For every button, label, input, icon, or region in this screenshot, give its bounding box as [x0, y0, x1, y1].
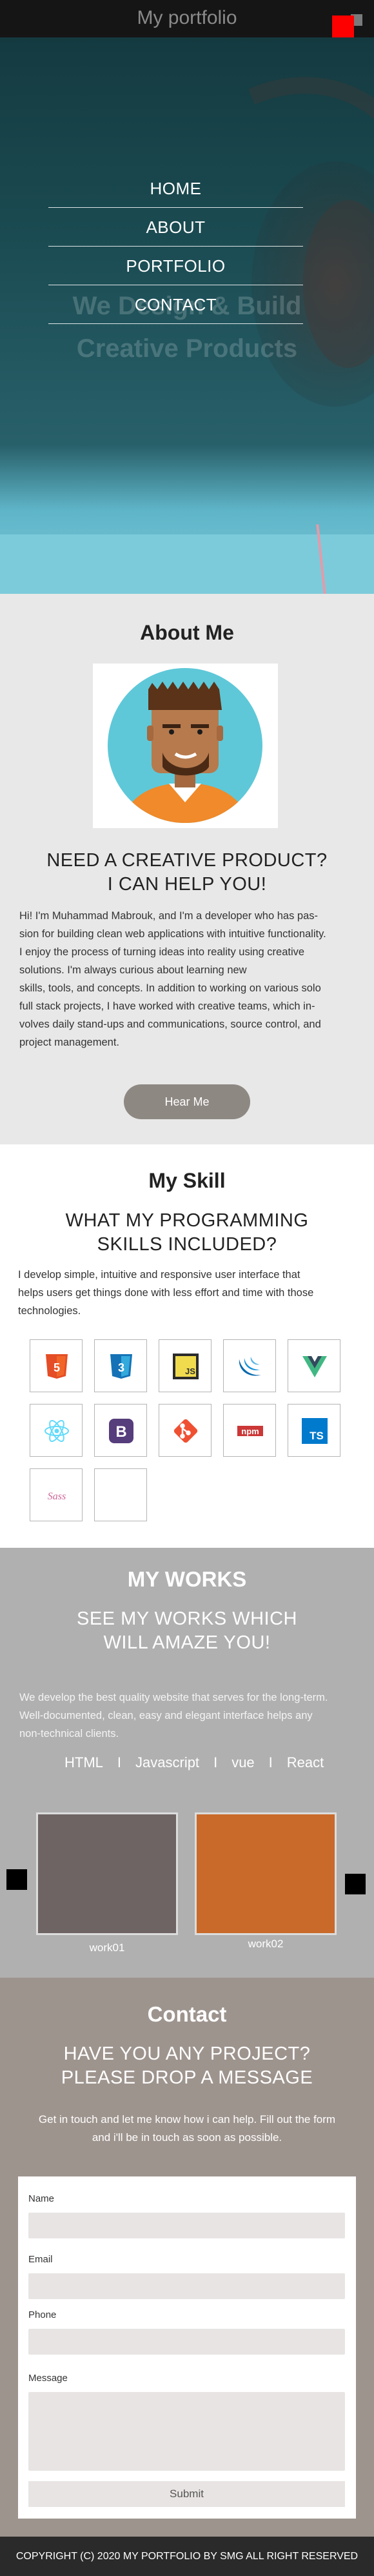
jquery-icon — [223, 1339, 276, 1392]
contact-subtitle-line-1: HAVE YOU ANY PROJECT? — [63, 2044, 311, 2064]
skills-section: My Skill WHAT MY PROGRAMMING SKILLS INCL… — [0, 1144, 374, 1548]
skills-line: I develop simple, intuitive and responsi… — [18, 1269, 300, 1281]
npm-icon-text: npm — [241, 1426, 259, 1436]
about-subtitle-line-2: I CAN HELP YOU! — [107, 874, 267, 895]
skills-description: I develop simple, intuitive and responsi… — [18, 1266, 357, 1320]
filter-separator: I — [213, 1754, 218, 1770]
contact-description: Get in touch and let me know how i can h… — [13, 2111, 361, 2147]
contact-subtitle: HAVE YOU ANY PROJECT? PLEASE DROP A MESS… — [0, 2042, 374, 2090]
skills-subtitle: WHAT MY PROGRAMMING SKILLS INCLUDED? — [0, 1209, 374, 1257]
about-line: full stack projects, I have worked with … — [19, 1000, 315, 1012]
name-label: Name — [28, 2193, 55, 2204]
work-label-2: work02 — [248, 1938, 284, 1950]
filter-javascript[interactable]: Javascript — [135, 1754, 199, 1771]
contact-line-1: Get in touch and let me know how i can h… — [38, 2113, 336, 2125]
bootstrap-icon: B — [94, 1404, 147, 1457]
about-subtitle-line-1: NEED A CREATIVE PRODUCT? — [46, 850, 328, 871]
works-subtitle-line-1: SEE MY WORKS WHICH — [77, 1608, 297, 1629]
nav-item-portfolio[interactable]: PORTFOLIO — [48, 247, 303, 285]
email-field[interactable] — [28, 2273, 345, 2299]
phone-field[interactable] — [28, 2329, 345, 2355]
about-title: About Me — [140, 621, 234, 644]
contact-subtitle-line-2: PLEASE DROP A MESSAGE — [61, 2067, 313, 2088]
submit-button[interactable]: Submit — [28, 2481, 345, 2507]
avatar — [93, 664, 278, 828]
works-description: We develop the best quality website that… — [19, 1689, 361, 1743]
empty-skill-icon — [94, 1468, 147, 1521]
carousel-next-icon[interactable] — [345, 1874, 366, 1894]
skills-line: helps users get things done with less ef… — [18, 1287, 314, 1299]
filter-separator: I — [268, 1754, 273, 1770]
about-line: project management. — [19, 1037, 120, 1048]
works-subtitle-line-2: WILL AMAZE YOU! — [103, 1632, 271, 1653]
message-field[interactable] — [28, 2392, 345, 2471]
html5-icon-text: 5 — [54, 1361, 60, 1374]
filter-separator: I — [117, 1754, 122, 1770]
bootstrap-icon-text: B — [115, 1423, 126, 1441]
contact-section: Contact HAVE YOU ANY PROJECT? PLEASE DRO… — [0, 1978, 374, 2537]
about-line: solutions. I'm always curious about lear… — [19, 964, 247, 976]
nav-item-contact[interactable]: CONTACT — [48, 285, 303, 324]
css3-icon-text: 3 — [118, 1361, 124, 1374]
works-line: non-technical clients. — [19, 1728, 119, 1739]
work-label-1: work01 — [89, 1942, 125, 1954]
skills-title: My Skill — [148, 1169, 226, 1192]
css3-icon: 3 — [94, 1339, 147, 1392]
top-bar: My portfolio — [0, 0, 374, 37]
javascript-icon-text: JS — [185, 1366, 195, 1376]
works-line: Well-documented, clean, easy and elegant… — [19, 1710, 313, 1721]
about-line: volves daily stand-ups and communication… — [19, 1019, 321, 1030]
work-card-1[interactable] — [36, 1812, 178, 1935]
main-nav: HOME ABOUT PORTFOLIO CONTACT — [48, 169, 303, 324]
nav-item-home[interactable]: HOME — [48, 169, 303, 208]
message-label: Message — [28, 2373, 68, 2384]
typescript-icon: TS — [288, 1404, 340, 1457]
skills-subtitle-line-1: WHAT MY PROGRAMMING — [65, 1210, 309, 1231]
avatar-illustration-icon — [108, 668, 262, 823]
contact-form: Name Email Phone Message Submit — [18, 2176, 356, 2519]
about-description: Hi! I'm Muhammad Mabrouk, and I'm a deve… — [19, 907, 358, 1051]
works-line: We develop the best quality website that… — [19, 1692, 328, 1703]
contact-line-2: and i'll be in touch as soon as possible… — [92, 2131, 282, 2144]
works-title: MY WORKS — [127, 1567, 247, 1591]
filter-html[interactable]: HTML — [64, 1754, 103, 1771]
close-menu-icon[interactable] — [332, 15, 354, 37]
react-icon — [30, 1404, 83, 1457]
footer: COPYRIGHT (C) 2020 MY PORTFOLIO BY SMG A… — [0, 2537, 374, 2576]
email-label: Email — [28, 2254, 53, 2265]
npm-icon: npm — [223, 1404, 276, 1457]
work-card-2[interactable] — [195, 1812, 337, 1935]
copyright-text: COPYRIGHT (C) 2020 MY PORTFOLIO BY SMG A… — [15, 2551, 359, 2562]
sass-icon-text: Sass — [48, 1491, 66, 1502]
works-subtitle: SEE MY WORKS WHICH WILL AMAZE YOU! — [0, 1607, 374, 1655]
phone-label: Phone — [28, 2309, 57, 2320]
sass-icon: Sass — [30, 1468, 83, 1521]
name-field[interactable] — [28, 2213, 345, 2238]
works-filter-bar: HTML I Javascript Ivue I React — [64, 1754, 361, 1771]
hero-section: We Design & Build Creative Products My p… — [0, 0, 374, 594]
hear-me-button[interactable]: Hear Me — [124, 1084, 250, 1119]
filter-vue[interactable]: vue — [231, 1754, 254, 1771]
skills-line: technologies. — [18, 1305, 81, 1317]
html5-icon: 5 — [30, 1339, 83, 1392]
contact-title: Contact — [147, 2002, 227, 2026]
about-line: Hi! I'm Muhammad Mabrouk, and I'm a deve… — [19, 910, 319, 922]
about-subtitle: NEED A CREATIVE PRODUCT? I CAN HELP YOU! — [0, 849, 374, 897]
hero-headline-2: Creative Products — [76, 334, 298, 363]
skills-subtitle-line-2: SKILLS INCLUDED? — [97, 1234, 277, 1255]
about-line: skills, tools, and concepts. In addition… — [19, 982, 321, 994]
works-section: MY WORKS SEE MY WORKS WHICH WILL AMAZE Y… — [0, 1548, 374, 1978]
about-section: About Me NEED A CREATIVE PRODUCT? I CAN … — [0, 594, 374, 1144]
carousel-prev-icon[interactable] — [6, 1869, 27, 1890]
git-icon — [159, 1404, 212, 1457]
javascript-icon: JS — [159, 1339, 212, 1392]
nav-item-about[interactable]: ABOUT — [48, 208, 303, 247]
typescript-icon-text: TS — [310, 1430, 324, 1442]
filter-react[interactable]: React — [287, 1754, 324, 1771]
brand-title[interactable]: My portfolio — [137, 7, 237, 28]
vue-icon — [288, 1339, 340, 1392]
about-line: I enjoy the process of turning ideas int… — [19, 946, 305, 958]
about-line: sion for building clean web applications… — [19, 928, 326, 940]
